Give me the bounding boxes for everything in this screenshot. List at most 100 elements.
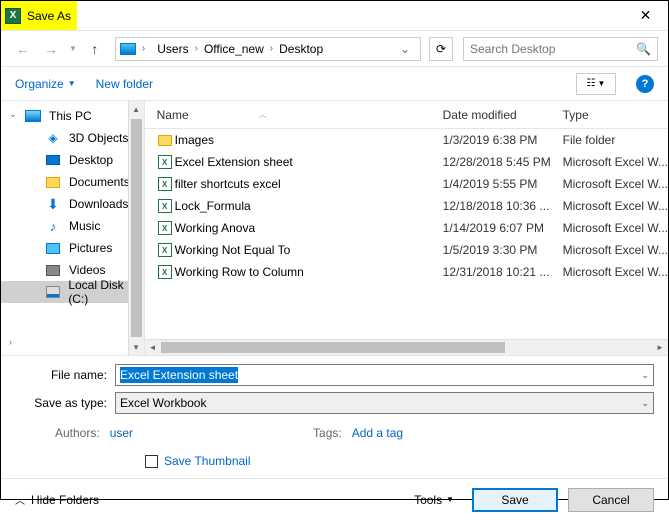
expand-icon[interactable]: › (9, 337, 12, 347)
tree-downloads[interactable]: ⬇ Downloads (1, 193, 144, 215)
file-name: filter shortcuts excel (175, 177, 443, 191)
new-folder-button[interactable]: New folder (96, 77, 153, 91)
chevron-down-icon: ▼ (68, 79, 76, 88)
authors-value[interactable]: user (110, 426, 133, 440)
excel-file-icon (158, 155, 172, 169)
refresh-button[interactable]: ⟳ (429, 37, 453, 61)
tree-this-pc[interactable]: ⌄ This PC (1, 105, 144, 127)
videos-icon (46, 265, 60, 276)
scroll-left-icon[interactable]: ◄ (145, 340, 161, 355)
search-input[interactable]: Search Desktop 🔍 (463, 37, 658, 61)
breadcrumb-dropdown-icon[interactable]: ⌄ (394, 42, 416, 56)
dropdown-icon[interactable]: ⌄ (641, 370, 649, 381)
scroll-down-icon[interactable]: ▼ (129, 339, 144, 355)
3d-objects-icon: ◈ (45, 130, 61, 146)
file-row[interactable]: Images1/3/2019 6:38 PMFile folder (145, 129, 668, 151)
expand-icon[interactable]: ⌄ (9, 109, 17, 120)
pc-icon (120, 43, 136, 55)
excel-file-icon (158, 221, 172, 235)
tree-local-disk[interactable]: › Local Disk (C:) (1, 281, 144, 303)
excel-file-icon (158, 265, 172, 279)
file-date: 1/4/2019 5:55 PM (443, 177, 563, 191)
chevron-icon: › (191, 43, 202, 54)
organize-menu[interactable]: Organize ▼ (15, 77, 76, 91)
breadcrumb-seg[interactable]: Desktop (277, 42, 325, 56)
file-type: Microsoft Excel W... (563, 155, 668, 169)
tree-desktop[interactable]: Desktop (1, 149, 144, 171)
breadcrumb-seg[interactable]: Office_new (202, 42, 266, 56)
file-type: File folder (563, 133, 668, 147)
tree-pictures[interactable]: Pictures (1, 237, 144, 259)
disk-icon (46, 286, 60, 298)
file-name: Lock_Formula (175, 199, 443, 213)
file-type: Microsoft Excel W... (563, 177, 668, 191)
file-date: 1/5/2019 3:30 PM (443, 243, 563, 257)
desktop-icon (46, 155, 60, 165)
tree-3d-objects[interactable]: ◈ 3D Objects (1, 127, 144, 149)
excel-app-icon: X (5, 8, 21, 24)
dropdown-icon[interactable]: ⌄ (641, 398, 649, 409)
forward-button[interactable]: → (39, 37, 63, 61)
savetype-label: Save as type: (15, 396, 115, 410)
file-date: 12/18/2018 10:36 ... (443, 199, 563, 213)
scroll-up-icon[interactable]: ▲ (129, 101, 144, 117)
file-date: 12/28/2018 5:45 PM (443, 155, 563, 169)
header-name[interactable]: Name ︿ (145, 108, 435, 122)
main-area: ⌄ This PC ◈ 3D Objects Desktop Documents… (1, 101, 668, 355)
file-row[interactable]: Working Row to Column12/31/2018 10:21 ..… (145, 261, 668, 283)
history-dropdown[interactable]: ▼ (67, 44, 79, 53)
file-name: Working Anova (175, 221, 443, 235)
save-thumbnail-label: Save Thumbnail (164, 454, 251, 468)
file-type: Microsoft Excel W... (563, 265, 668, 279)
file-name: Excel Extension sheet (175, 155, 443, 169)
file-row[interactable]: Working Not Equal To1/5/2019 3:30 PMMicr… (145, 239, 668, 261)
tree-music[interactable]: ♪ Music (1, 215, 144, 237)
search-icon: 🔍 (636, 42, 651, 56)
file-row[interactable]: Working Anova1/14/2019 6:07 PMMicrosoft … (145, 217, 668, 239)
music-icon: ♪ (45, 218, 61, 234)
back-button[interactable]: ← (11, 37, 35, 61)
tree-scrollbar[interactable]: ▲ ▼ (128, 101, 144, 355)
scroll-right-icon[interactable]: ► (652, 340, 668, 355)
file-name: Working Not Equal To (175, 243, 443, 257)
tags-value[interactable]: Add a tag (352, 426, 403, 440)
savetype-select[interactable]: Excel Workbook ⌄ (115, 392, 654, 414)
navbar: ← → ▼ ↑ › Users › Office_new › Desktop ⌄… (1, 31, 668, 67)
file-row[interactable]: Lock_Formula12/18/2018 10:36 ...Microsof… (145, 195, 668, 217)
file-name: Images (175, 133, 443, 147)
up-button[interactable]: ↑ (83, 37, 107, 61)
savetype-value: Excel Workbook (120, 396, 206, 410)
bottom-panel: File name: Excel Extension sheet ⌄ Save … (1, 355, 668, 478)
filename-value: Excel Extension sheet (120, 367, 238, 383)
chevron-icon: › (138, 43, 149, 54)
tree-documents[interactable]: Documents (1, 171, 144, 193)
scroll-thumb[interactable] (161, 342, 505, 353)
tags-label: Tags: (313, 426, 342, 440)
authors-label: Authors: (55, 426, 100, 440)
view-options-button[interactable]: ☷▼ (576, 73, 616, 95)
excel-file-icon (158, 199, 172, 213)
breadcrumb-seg[interactable]: Users (155, 42, 190, 56)
file-type: Microsoft Excel W... (563, 221, 668, 235)
help-button[interactable]: ? (636, 75, 654, 93)
file-type: Microsoft Excel W... (563, 199, 668, 213)
title-highlight: X Save As (1, 1, 77, 30)
save-thumbnail-checkbox[interactable] (145, 455, 158, 468)
header-date[interactable]: Date modified (435, 108, 555, 122)
file-row[interactable]: filter shortcuts excel1/4/2019 5:55 PMMi… (145, 173, 668, 195)
file-list: Name ︿ Date modified Type Images1/3/2019… (145, 101, 668, 355)
folder-icon (158, 135, 172, 146)
file-name: Working Row to Column (175, 265, 443, 279)
breadcrumb[interactable]: › Users › Office_new › Desktop ⌄ (115, 37, 421, 61)
file-row[interactable]: Excel Extension sheet12/28/2018 5:45 PMM… (145, 151, 668, 173)
scroll-thumb[interactable] (131, 119, 142, 337)
pc-icon (25, 110, 41, 122)
file-date: 1/14/2019 6:07 PM (443, 221, 563, 235)
header-type[interactable]: Type (555, 108, 668, 122)
close-button[interactable]: ✕ (623, 1, 668, 30)
filename-input[interactable]: Excel Extension sheet ⌄ (115, 364, 654, 386)
download-icon: ⬇ (45, 196, 61, 212)
list-scrollbar[interactable]: ◄ ► (145, 339, 668, 355)
toolbar: Organize ▼ New folder ☷▼ ? (1, 67, 668, 101)
file-date: 1/3/2019 6:38 PM (443, 133, 563, 147)
